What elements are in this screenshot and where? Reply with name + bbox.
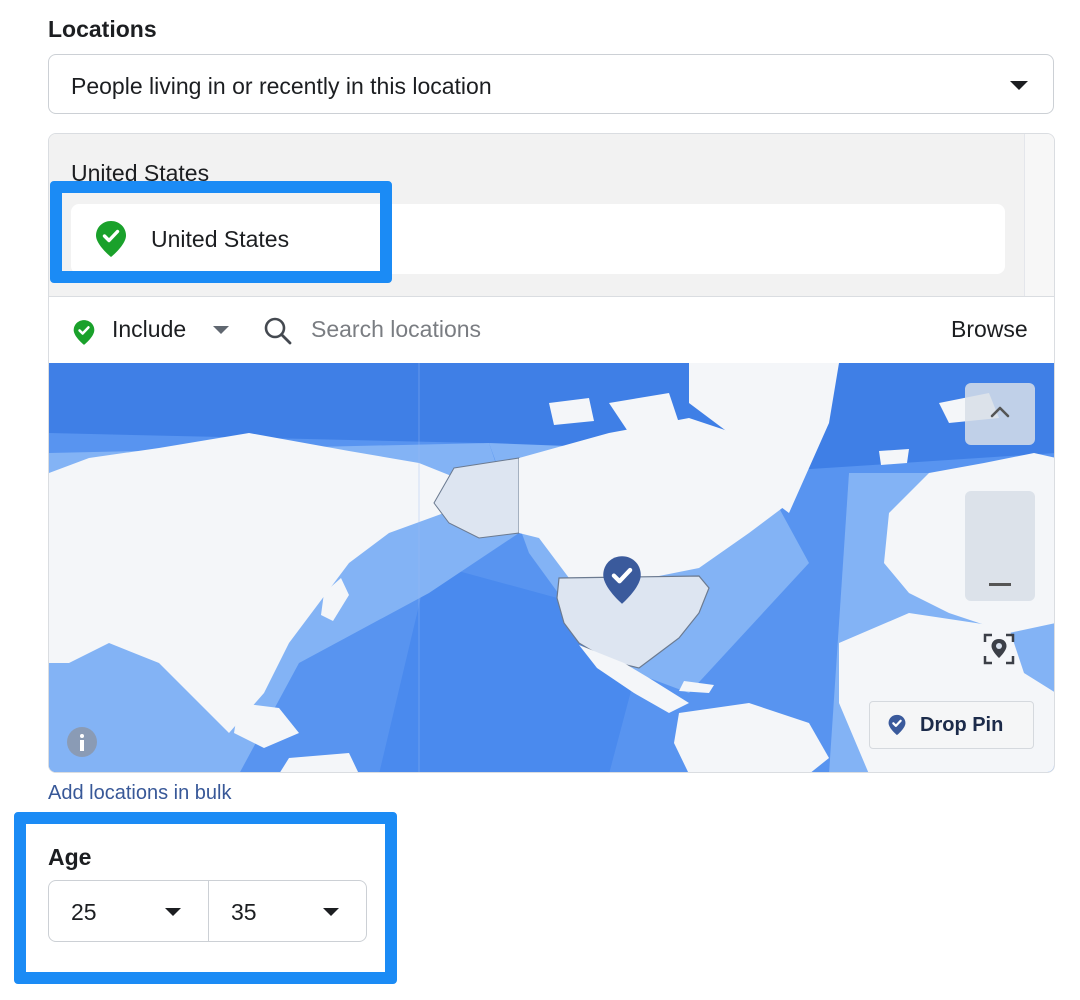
- include-label: Include: [112, 316, 187, 342]
- selected-location-highlight: [50, 181, 392, 283]
- map-zoom-out-button[interactable]: [965, 491, 1035, 601]
- caret-down-icon: [323, 908, 339, 916]
- location-audience-dropdown[interactable]: People living in or recently in this loc…: [48, 54, 1054, 114]
- info-icon[interactable]: [67, 727, 97, 757]
- age-max-dropdown[interactable]: 35: [208, 880, 367, 942]
- minus-icon: [989, 583, 1011, 586]
- browse-button[interactable]: Browse: [951, 316, 1028, 343]
- locations-title: Locations: [48, 16, 157, 42]
- caret-down-icon: [1010, 81, 1028, 90]
- selected-list-scrollbar[interactable]: [1024, 134, 1054, 296]
- age-title: Age: [48, 844, 92, 870]
- pin-icon: [888, 714, 906, 736]
- include-pin-icon: [73, 320, 95, 345]
- age-max-value: 35: [231, 899, 257, 925]
- location-search-input[interactable]: Search locations: [311, 316, 481, 343]
- chevron-up-icon: [990, 406, 1010, 418]
- caret-down-icon: [165, 908, 181, 916]
- check-pin-icon[interactable]: [602, 555, 642, 605]
- age-min-value: 25: [71, 899, 97, 925]
- add-locations-bulk-link[interactable]: Add locations in bulk: [48, 782, 231, 805]
- age-min-dropdown[interactable]: 25: [48, 880, 209, 942]
- map-locate-button[interactable]: [979, 629, 1019, 669]
- include-dropdown[interactable]: Include: [69, 297, 237, 363]
- location-audience-value: People living in or recently in this loc…: [71, 73, 492, 99]
- location-map[interactable]: Drop Pin: [49, 363, 1054, 772]
- map-zoom-in-button[interactable]: [965, 383, 1035, 445]
- drop-pin-button[interactable]: Drop Pin: [869, 701, 1034, 749]
- search-icon: [264, 317, 292, 345]
- caret-down-icon: [213, 326, 229, 334]
- drop-pin-label: Drop Pin: [920, 714, 1004, 736]
- location-search-toolbar: Include Search locations Browse: [49, 296, 1054, 364]
- locate-icon: [983, 633, 1015, 665]
